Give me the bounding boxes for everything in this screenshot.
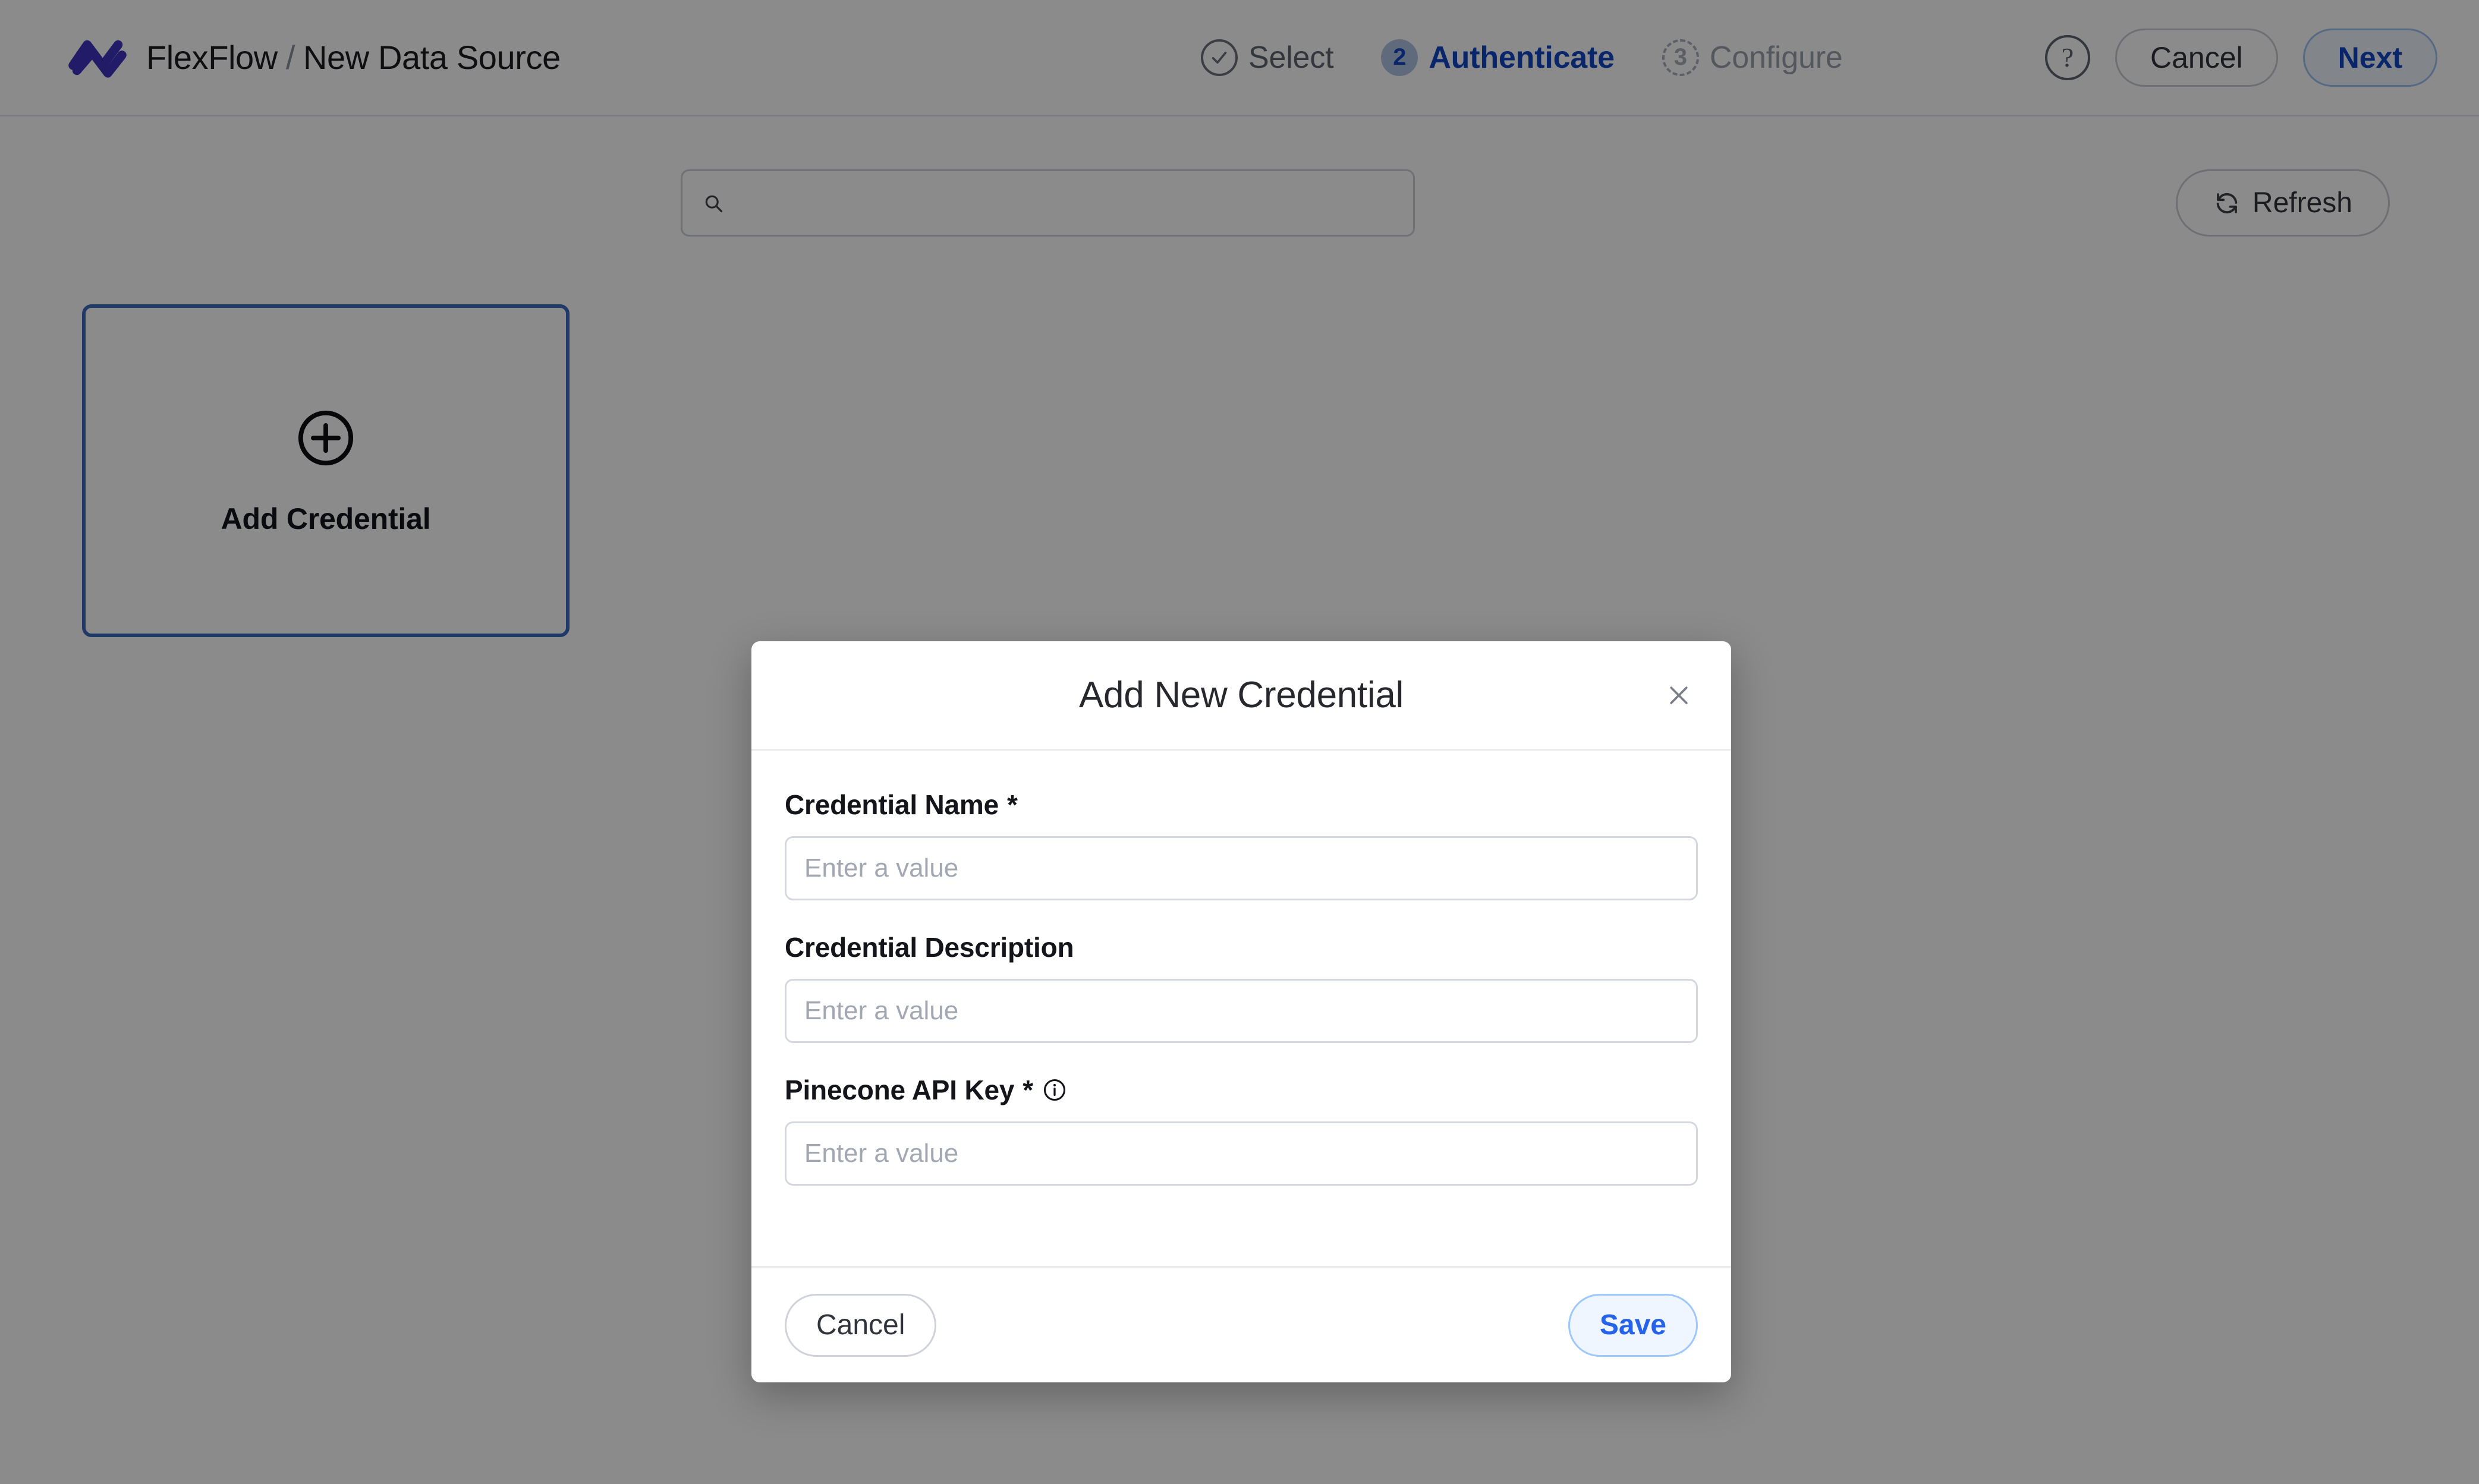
- field-pinecone-api-key: Pinecone API Key *: [785, 1074, 1698, 1186]
- close-icon[interactable]: [1657, 674, 1700, 717]
- credential-name-input[interactable]: [785, 836, 1698, 900]
- field-credential-name: Credential Name *: [785, 789, 1698, 900]
- modal-cancel-button[interactable]: Cancel: [785, 1293, 937, 1357]
- modal-save-button[interactable]: Save: [1568, 1293, 1698, 1357]
- field-label: Credential Description: [785, 931, 1698, 963]
- pinecone-api-key-input[interactable]: [785, 1121, 1698, 1186]
- field-label: Credential Name *: [785, 789, 1698, 821]
- required-marker: *: [1007, 789, 1018, 820]
- add-credential-modal: Add New Credential Credential Name * Cre…: [751, 641, 1731, 1382]
- field-label-text: Credential Description: [785, 932, 1074, 963]
- field-credential-description: Credential Description: [785, 931, 1698, 1043]
- info-circle-icon[interactable]: [1042, 1077, 1068, 1103]
- modal-title: Add New Credential: [1078, 675, 1404, 716]
- modal-footer: Cancel Save: [751, 1266, 1731, 1382]
- required-marker: *: [1023, 1075, 1033, 1105]
- field-label: Pinecone API Key *: [785, 1074, 1698, 1106]
- modal-body: Credential Name * Credential Description…: [751, 751, 1731, 1266]
- credential-description-input[interactable]: [785, 979, 1698, 1043]
- field-label-text: Credential Name: [785, 789, 999, 820]
- field-label-text: Pinecone API Key: [785, 1075, 1015, 1105]
- modal-header: Add New Credential: [751, 641, 1731, 751]
